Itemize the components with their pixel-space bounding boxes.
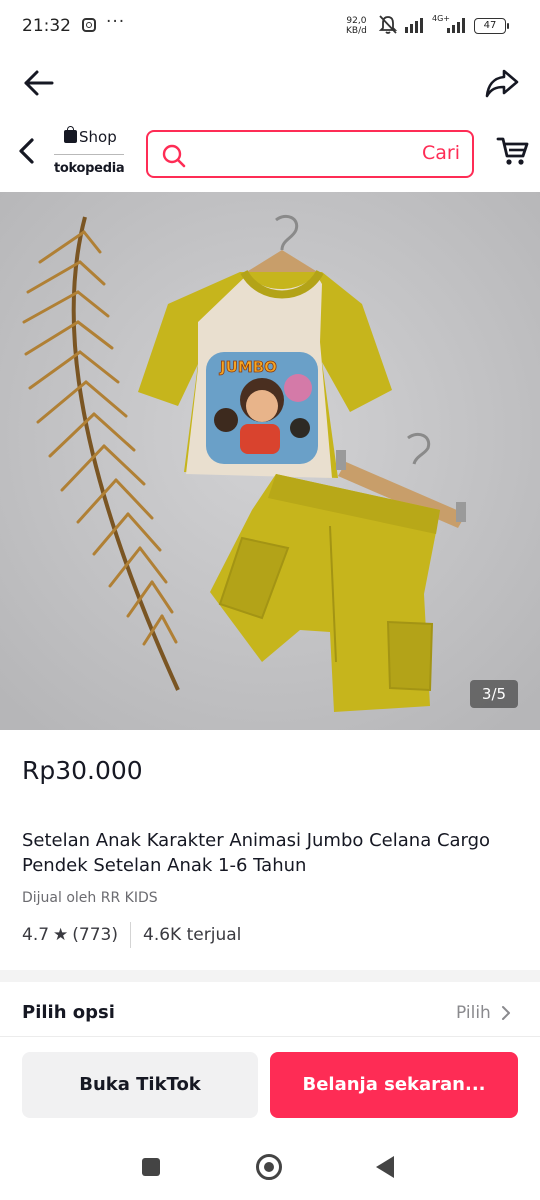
shop-now-button[interactable]: Belanja sekaran... [270, 1052, 518, 1118]
rating-row[interactable]: 4.7 ★ (773) 4.6K terjual [22, 922, 241, 948]
search-input[interactable] [194, 140, 408, 170]
star-icon: ★ [53, 925, 69, 945]
sold-count: 4.6K terjual [143, 925, 242, 945]
options-label: Pilih opsi [22, 1002, 115, 1023]
battery-indicator: 47 [474, 18, 509, 34]
home-icon[interactable] [256, 1154, 282, 1180]
image-counter: 3/5 [470, 680, 518, 708]
seller-name[interactable]: Dijual oleh RR KIDS [22, 890, 158, 906]
network-speed-unit: KB/d [346, 26, 367, 36]
search-icon [162, 144, 186, 168]
status-bar: 21:32 ··· 92,0 KB/d 4G+ 47 [0, 0, 540, 56]
search-bar[interactable]: Cari [146, 130, 474, 178]
rating-value: 4.7 [22, 925, 50, 945]
mute-icon [378, 15, 398, 34]
tiktok-shop-tokopedia-logo: Shop tokopedia [52, 126, 126, 180]
share-icon[interactable] [484, 66, 520, 100]
product-title: Setelan Anak Karakter Animasi Jumbo Cela… [22, 830, 491, 876]
brand-divider [54, 154, 124, 155]
shop-back-chevron-icon[interactable] [14, 134, 40, 168]
product-price: Rp30.000 [22, 756, 143, 785]
open-tiktok-button[interactable]: Buka TikTok [22, 1052, 258, 1118]
bottom-bar-border [0, 1036, 540, 1037]
brand-tokopedia: tokopedia [54, 161, 125, 176]
more-notifications-icon: ··· [106, 12, 126, 32]
network-speed: 92,0 KB/d [346, 16, 367, 36]
chevron-right-icon [501, 1006, 510, 1020]
system-back-icon[interactable] [376, 1156, 394, 1178]
recent-apps-icon[interactable] [142, 1158, 160, 1176]
cellular-signal-icon [447, 18, 465, 33]
instagram-icon [82, 18, 96, 32]
brand-shop: Shop [64, 126, 117, 146]
rating-divider [130, 922, 132, 948]
review-count: (773) [72, 925, 119, 945]
network-speed-value: 92,0 [346, 16, 367, 26]
shirt-print-text: JUMBO [219, 358, 277, 376]
back-arrow-icon[interactable] [22, 66, 56, 100]
shop-bag-icon [64, 126, 77, 143]
status-time: 21:32 [22, 16, 71, 36]
product-image-carousel[interactable]: JUMBO 3/5 [0, 192, 540, 730]
product-photo: JUMBO [0, 192, 540, 730]
choose-option-label: Pilih [456, 1003, 491, 1023]
section-divider [0, 970, 540, 982]
brand-shop-label: Shop [79, 128, 117, 146]
search-button[interactable]: Cari [422, 142, 460, 164]
choose-option-button[interactable]: Pilih [456, 1003, 515, 1023]
cart-icon[interactable] [496, 134, 530, 168]
signal-icon [405, 18, 423, 33]
